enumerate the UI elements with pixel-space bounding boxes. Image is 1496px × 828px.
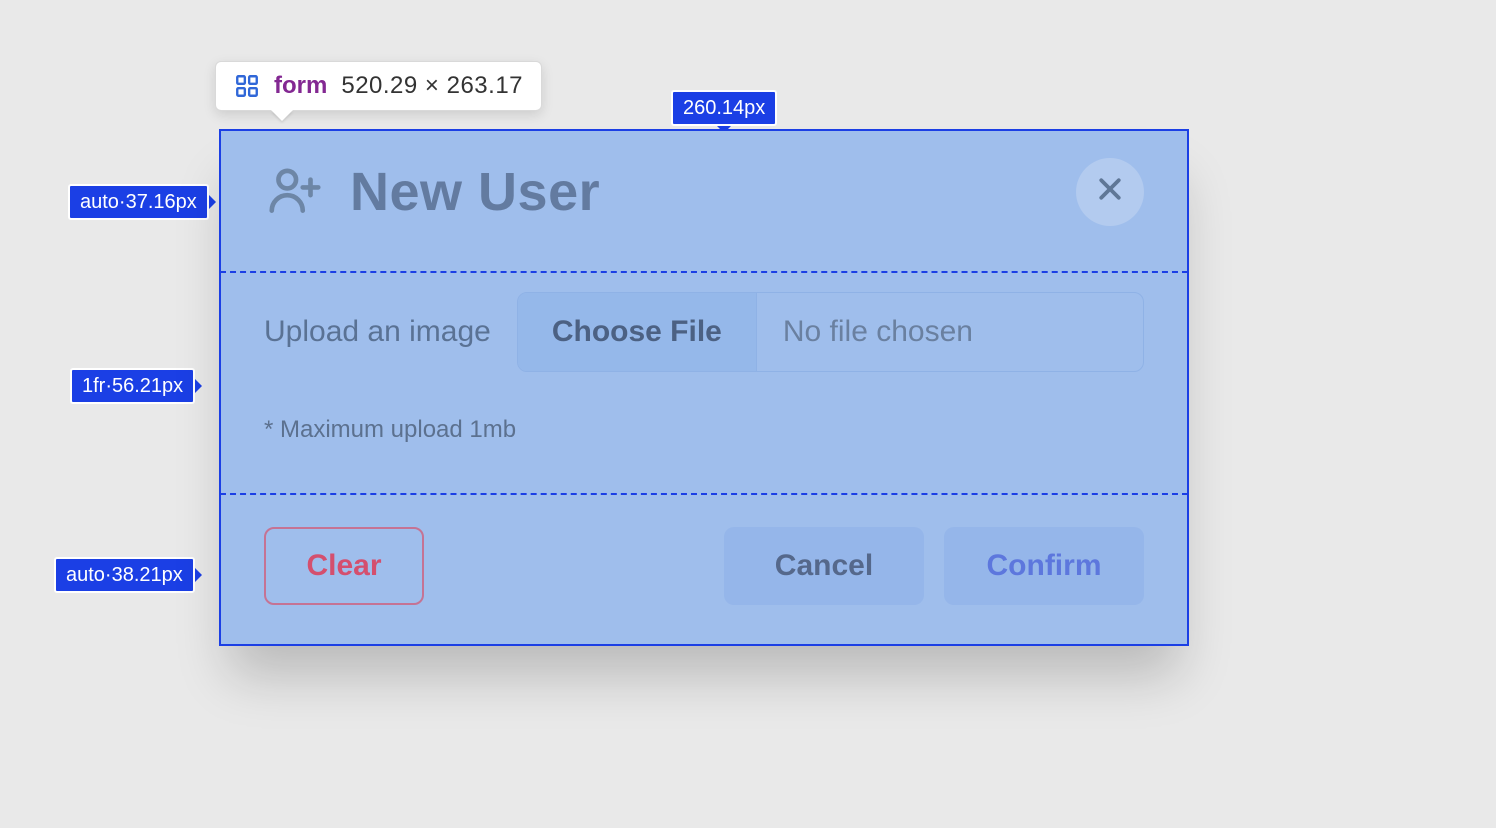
grid-row2-badge: 1fr·56.21px bbox=[70, 368, 195, 404]
upload-hint: * Maximum upload 1mb bbox=[264, 416, 1144, 444]
cancel-button[interactable]: Cancel bbox=[724, 527, 924, 605]
form-header: New User bbox=[220, 130, 1188, 254]
grid-row1-badge: auto·37.16px bbox=[68, 184, 209, 220]
close-button[interactable] bbox=[1076, 158, 1144, 226]
close-icon bbox=[1095, 171, 1125, 214]
choose-file-button[interactable]: Choose File bbox=[518, 293, 757, 371]
upload-label: Upload an image bbox=[264, 315, 491, 349]
form-footer: Clear Cancel Confirm bbox=[220, 497, 1188, 645]
devtools-tooltip: form 520.29 × 263.17 bbox=[215, 61, 542, 111]
form-body: Upload an image Choose File No file chos… bbox=[220, 254, 1188, 497]
grid-row3-badge: auto·38.21px bbox=[54, 557, 195, 593]
file-status-text: No file chosen bbox=[757, 293, 1143, 371]
new-user-form: New User Upload an image Choose File No … bbox=[219, 129, 1189, 646]
form-title: New User bbox=[350, 161, 600, 223]
file-input[interactable]: Choose File No file chosen bbox=[517, 292, 1144, 372]
tooltip-element-tag: form bbox=[274, 72, 327, 100]
grid-column-width-badge: 260.14px bbox=[671, 90, 777, 126]
confirm-button[interactable]: Confirm bbox=[944, 527, 1144, 605]
user-plus-icon bbox=[264, 159, 326, 226]
grid-icon bbox=[234, 73, 260, 99]
clear-button[interactable]: Clear bbox=[264, 527, 424, 605]
tooltip-dimensions: 520.29 × 263.17 bbox=[341, 72, 523, 100]
